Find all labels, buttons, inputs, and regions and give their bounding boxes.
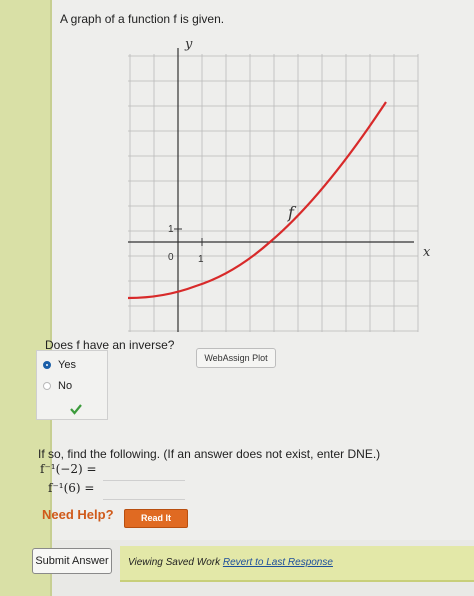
origin-label: 0 (168, 252, 174, 263)
answer-input-2[interactable] (103, 481, 185, 500)
x-axis-label: x (423, 245, 430, 260)
graph-grid (128, 54, 419, 332)
radio-no[interactable] (43, 382, 51, 390)
x-tick-label: 1 (198, 254, 204, 265)
read-it-button[interactable]: Read It (124, 509, 188, 528)
saved-work-bar: Viewing Saved Work Revert to Last Respon… (120, 546, 474, 582)
graph-svg: x y 1 0 1 f (127, 37, 430, 332)
submit-answer-button[interactable]: Submit Answer (32, 548, 112, 574)
revert-link[interactable]: Revert to Last Response (223, 557, 333, 568)
y-tick-label: 1 (168, 224, 174, 235)
choice-no[interactable]: No (43, 380, 72, 392)
choice-yes[interactable]: Yes (43, 359, 76, 371)
radio-yes[interactable] (43, 361, 51, 369)
equation-1-label: f⁻¹(−2) = (40, 462, 97, 476)
check-icon (70, 404, 82, 415)
saved-work-text: Viewing Saved Work (128, 557, 221, 568)
answer-input-1[interactable] (103, 462, 185, 481)
find-instruction: If so, find the following. (If an answer… (38, 447, 381, 461)
choice-yes-label: Yes (58, 359, 76, 371)
function-graph: x y 1 0 1 f (124, 36, 430, 336)
y-axis-label: y (184, 37, 193, 52)
equation-2-label: f⁻¹(6) = (48, 481, 95, 495)
inverse-choices: Yes No (36, 350, 108, 420)
choice-no-label: No (58, 380, 73, 392)
webassign-plot-button[interactable]: WebAssign Plot (196, 348, 276, 368)
question-prompt: A graph of a function f is given. (60, 12, 225, 26)
need-help-label: Need Help? (42, 507, 114, 522)
